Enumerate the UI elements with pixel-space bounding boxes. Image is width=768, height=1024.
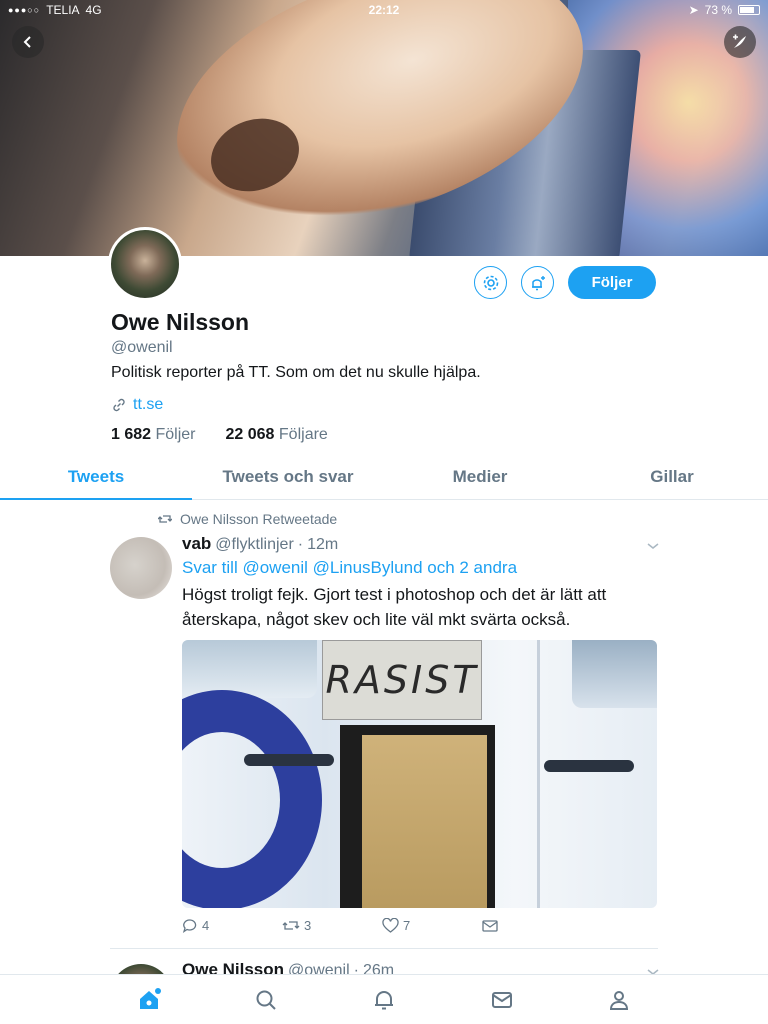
chevron-left-icon	[23, 36, 31, 48]
new-content-dot	[154, 987, 161, 994]
chevron-down-icon	[647, 543, 659, 549]
tab-likes[interactable]: Gillar	[576, 456, 768, 499]
tweet-author-avatar[interactable]	[110, 537, 172, 599]
heart-icon	[382, 918, 399, 933]
battery-icon	[738, 5, 760, 15]
reply-to-mentions[interactable]: @owenil @LinusBylund och 2 andra	[242, 558, 517, 577]
profile-handle: @owenil	[111, 339, 173, 356]
link-icon	[113, 398, 125, 412]
tweet-separator: ·	[297, 536, 304, 553]
followers-label: Följare	[278, 426, 328, 443]
tweet-author-name[interactable]: vab	[182, 534, 211, 554]
reply-to-line: Svar till @owenil @LinusBylund och 2 and…	[182, 558, 517, 578]
tab-tweets-and-replies[interactable]: Tweets och svar	[192, 456, 384, 499]
image-cardboard	[362, 735, 487, 908]
image-handle-right	[544, 760, 634, 772]
image-door-seam	[537, 640, 540, 908]
reply-action[interactable]: 4	[182, 918, 282, 933]
profile-name: Owe Nilsson	[111, 309, 250, 335]
direct-message-action[interactable]	[482, 918, 512, 933]
nav-search[interactable]	[246, 980, 286, 1020]
follow-button[interactable]: Följer	[568, 266, 656, 299]
profile-link[interactable]: tt.se	[111, 396, 163, 414]
retweet-icon	[158, 515, 172, 523]
image-sign: RASIST	[322, 640, 482, 720]
profile-actions: Följer	[474, 266, 656, 299]
tweet-time: 12m	[307, 536, 339, 553]
status-bar: ●●●○○ TELIA 4G 22:12 ➤ 73 %	[0, 0, 768, 20]
reply-to-prefix: Svar till	[182, 558, 238, 577]
tweet-image[interactable]: RASIST	[182, 640, 657, 908]
followers-count: 22 068	[225, 426, 275, 443]
compose-tweet-button[interactable]	[724, 26, 756, 58]
image-van-window-right	[572, 640, 657, 708]
retweet-label: Owe Nilsson Retweetade	[180, 511, 338, 527]
tweet-actions: 4 3 7	[182, 918, 512, 933]
tweet-menu-button[interactable]	[646, 538, 660, 556]
nav-home[interactable]	[129, 980, 169, 1020]
tweet-divider	[110, 948, 658, 949]
profile-stats: 1 682 Följer 22 068 Följare	[111, 426, 328, 444]
profile-bio: Politisk reporter på TT. Som om det nu s…	[111, 364, 481, 381]
envelope-icon	[491, 991, 512, 1008]
status-time: 22:12	[368, 3, 400, 17]
bell-icon	[374, 990, 393, 1009]
tab-tweets[interactable]: Tweets	[0, 456, 192, 500]
gear-icon	[483, 275, 498, 290]
tweet-author-handle: @flyktlinjer	[215, 536, 294, 553]
image-handle-left	[244, 754, 334, 766]
settings-button[interactable]	[474, 266, 507, 299]
bell-plus-icon	[531, 275, 545, 290]
following-count: 1 682	[111, 426, 152, 443]
retweet-indicator: Owe Nilsson Retweetade	[158, 511, 337, 527]
nav-messages[interactable]	[482, 980, 522, 1020]
profile-avatar[interactable]	[108, 227, 182, 301]
like-action[interactable]: 7	[382, 918, 482, 933]
nav-notifications[interactable]	[364, 980, 404, 1020]
followers-stat[interactable]: 22 068 Följare	[226, 426, 328, 444]
notifications-toggle-button[interactable]	[521, 266, 554, 299]
reply-icon	[182, 919, 197, 933]
retweet-action[interactable]: 3	[282, 918, 382, 933]
back-button[interactable]	[12, 26, 44, 58]
tweet-text: Högst troligt fejk. Gjort test i photosh…	[182, 585, 607, 629]
search-icon	[256, 990, 277, 1010]
image-van-window-left	[182, 640, 317, 698]
nav-profile[interactable]	[599, 980, 639, 1020]
tweet-header: vab @flyktlinjer · 12m	[182, 534, 338, 554]
profile-link-text[interactable]: tt.se	[133, 396, 163, 414]
retweet-icon	[282, 921, 300, 930]
person-icon	[610, 990, 629, 1010]
tab-media[interactable]: Medier	[384, 456, 576, 499]
image-blue-logo	[182, 690, 322, 908]
bottom-tab-bar	[0, 974, 768, 1024]
profile-tabs: Tweets Tweets och svar Medier Gillar	[0, 456, 768, 500]
following-label: Följer	[155, 426, 196, 443]
like-count: 7	[403, 918, 411, 933]
envelope-icon	[482, 919, 498, 932]
retweet-count: 3	[304, 918, 312, 933]
reply-count: 4	[202, 918, 210, 933]
following-stat[interactable]: 1 682 Följer	[111, 426, 196, 444]
profile-banner	[0, 0, 768, 256]
feather-compose-icon	[733, 34, 746, 48]
